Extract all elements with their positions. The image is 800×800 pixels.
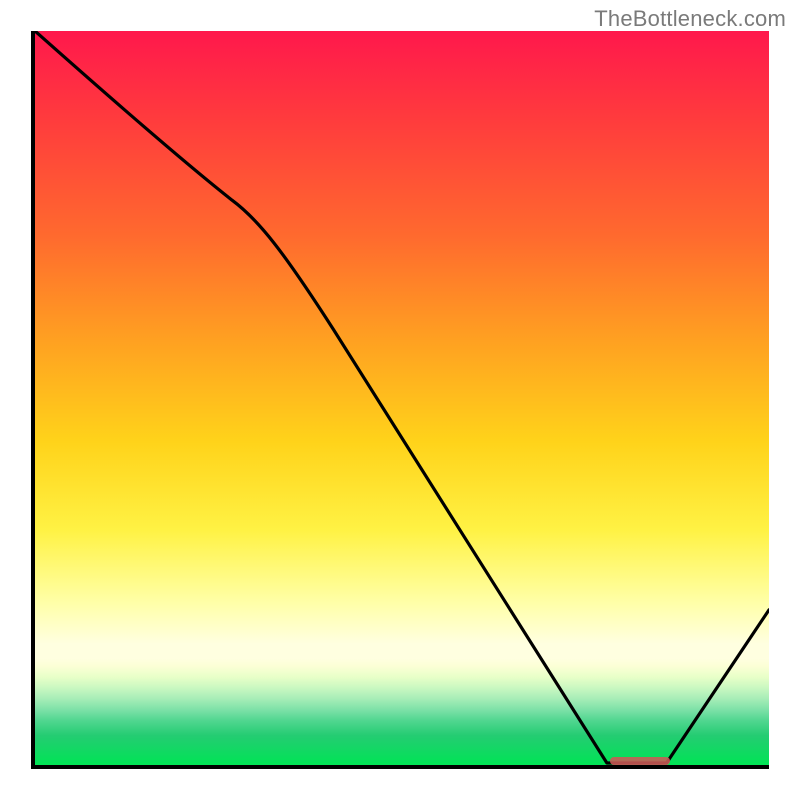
- optimal-range-marker: [610, 757, 670, 765]
- curve-path: [35, 31, 769, 763]
- bottleneck-curve: [35, 31, 769, 765]
- attribution-text: TheBottleneck.com: [594, 6, 786, 32]
- chart-plot-area: [31, 31, 769, 769]
